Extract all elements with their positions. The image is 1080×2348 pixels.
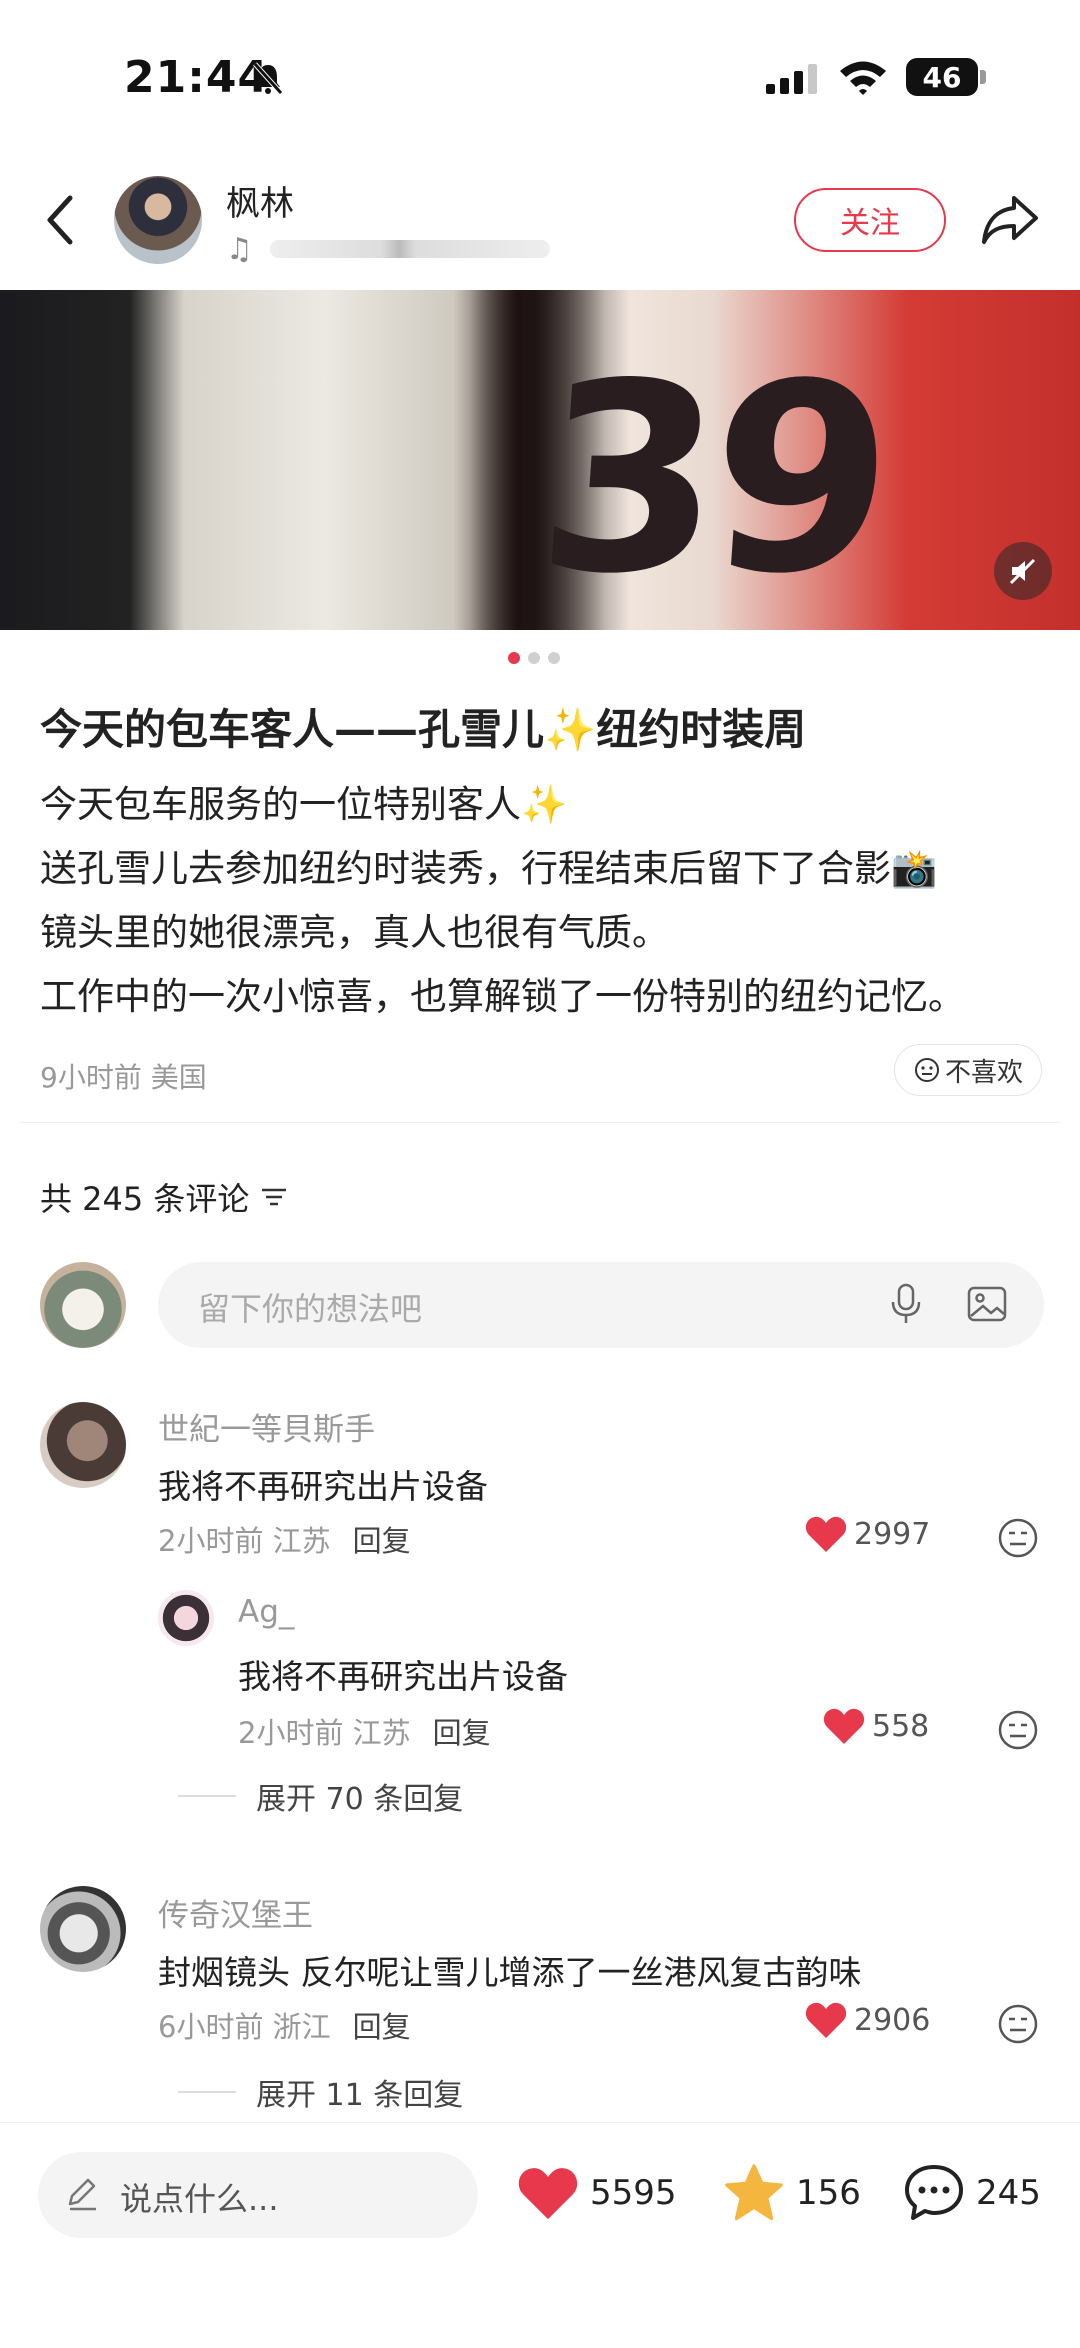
author-name[interactable]: 枫林: [226, 176, 294, 225]
microphone-icon[interactable]: [886, 1282, 926, 1326]
post-star-button[interactable]: 156: [722, 2162, 861, 2224]
post-image[interactable]: 39: [0, 290, 1080, 630]
comment-input[interactable]: 留下你的想法吧: [158, 1262, 1044, 1348]
dislike-label: 不喜欢: [944, 1057, 1023, 1088]
comment-like-button[interactable]: 2906: [804, 2000, 930, 2040]
battery-cap: [980, 70, 986, 84]
jersey-number: 39: [529, 329, 893, 630]
comment-time-location: 6小时前 浙江: [158, 2010, 331, 2044]
like-count: 2997: [854, 1516, 931, 1552]
reply-text[interactable]: 我将不再研究出片设备: [238, 1650, 568, 1698]
cellular-signal-icon: [766, 64, 817, 94]
expand-line: [178, 2091, 236, 2093]
carousel-dot: [528, 652, 540, 664]
reply-like-button[interactable]: 558: [822, 1706, 929, 1746]
neutral-face-icon[interactable]: [996, 1516, 1040, 1560]
reply-meta: 2小时前 江苏 回复: [238, 1710, 491, 1752]
neutral-face-icon[interactable]: [996, 1708, 1040, 1752]
speaker-muted-icon: [1009, 558, 1036, 585]
back-icon[interactable]: [40, 190, 80, 250]
image-icon[interactable]: [966, 1284, 1008, 1324]
post-comment-count: 245: [976, 2173, 1041, 2213]
reply-button[interactable]: 回复: [353, 2010, 411, 2044]
commenter-name[interactable]: 世紀一等貝斯手: [158, 1404, 375, 1449]
follow-button[interactable]: 关注: [794, 188, 946, 252]
comment-meta: 6小时前 浙江 回复: [158, 2004, 411, 2046]
pencil-icon: [68, 2178, 96, 2211]
comment-text[interactable]: 封烟镜头 反尔呢让雪儿增添了一丝港风复古韵味: [158, 1946, 862, 1994]
expand-replies[interactable]: 展开 70 条回复: [178, 1774, 463, 1818]
comment-time-location: 2小时前 江苏: [158, 1524, 331, 1558]
bell-muted-icon: [253, 62, 283, 95]
dislike-button[interactable]: 不喜欢: [894, 1044, 1042, 1096]
sort-filter-icon[interactable]: [259, 1184, 289, 1210]
post-body-line: 工作中的一次小惊喜，也算解锁了一份特别的纽约记忆。: [40, 975, 965, 1018]
like-count: 2906: [854, 2002, 931, 2038]
reply-button[interactable]: 回复: [353, 1524, 411, 1558]
carousel-dots: [508, 652, 560, 664]
expand-line: [178, 1795, 236, 1797]
comment-bubble-icon: [905, 2165, 963, 2220]
commenter-avatar[interactable]: [40, 1886, 126, 1972]
heart-icon: [805, 1516, 847, 1552]
comment-like-button[interactable]: 2997: [804, 1514, 930, 1554]
wifi-icon: [840, 61, 886, 95]
expand-replies-label: 展开 70 条回复: [256, 1782, 464, 1817]
music-track-blurred[interactable]: [270, 240, 550, 258]
heart-icon: [518, 2168, 578, 2220]
expand-replies-label: 展开 11 条回复: [256, 2078, 464, 2113]
reply-user-name[interactable]: Ag_: [238, 1594, 294, 1630]
post-like-count: 5595: [590, 2173, 677, 2213]
comment-input-placeholder: 留下你的想法吧: [198, 1290, 423, 1328]
post-comment-button[interactable]: 245: [902, 2162, 1041, 2224]
carousel-dot: [508, 652, 520, 664]
heart-icon: [805, 2002, 847, 2038]
neutral-face-icon: [914, 1058, 939, 1082]
post-like-button[interactable]: 5595: [516, 2164, 677, 2222]
comment-meta: 2小时前 江苏 回复: [158, 1518, 411, 1560]
post-body-line: 镜头里的她很漂亮，真人也很有气质。: [40, 911, 669, 954]
comment-count-header[interactable]: 共 245 条评论: [40, 1174, 289, 1220]
battery-indicator: 46: [906, 58, 978, 96]
expand-replies[interactable]: 展开 11 条回复: [178, 2070, 463, 2114]
reply-button[interactable]: 回复: [433, 1716, 491, 1750]
neutral-face-icon[interactable]: [996, 2002, 1040, 2046]
comment-text[interactable]: 我将不再研究出片设备: [158, 1460, 488, 1508]
status-time: 21:44: [124, 52, 270, 103]
author-avatar[interactable]: [114, 176, 202, 264]
commenter-avatar[interactable]: [40, 1402, 126, 1488]
say-something-input[interactable]: 说点什么...: [38, 2152, 478, 2238]
post-body-line: 送孔雪儿去参加纽约时装秀，行程结束后留下了合影📸: [40, 847, 938, 890]
post-title: 今天的包车客人——孔雪儿✨纽约时装周: [40, 705, 807, 754]
music-note-icon: ♫: [226, 232, 253, 267]
reply-avatar[interactable]: [158, 1590, 214, 1646]
share-icon[interactable]: [980, 192, 1040, 248]
commenter-name[interactable]: 传奇汉堡王: [158, 1890, 313, 1935]
comment-count-label: 共 245 条评论: [40, 1180, 250, 1218]
carousel-dot: [548, 652, 560, 664]
post-star-count: 156: [796, 2173, 861, 2213]
say-something-placeholder: 说点什么...: [120, 2180, 279, 2218]
reply-time-location: 2小时前 江苏: [238, 1716, 411, 1750]
star-icon: [725, 2164, 783, 2221]
like-count: 558: [872, 1708, 930, 1744]
heart-icon: [823, 1708, 865, 1744]
divider: [20, 1122, 1060, 1123]
mute-button[interactable]: [994, 542, 1052, 600]
post-body-line: 今天包车服务的一位特别客人✨: [40, 783, 568, 826]
my-avatar[interactable]: [40, 1262, 126, 1348]
post-meta: 9小时前 美国: [40, 1061, 207, 1094]
